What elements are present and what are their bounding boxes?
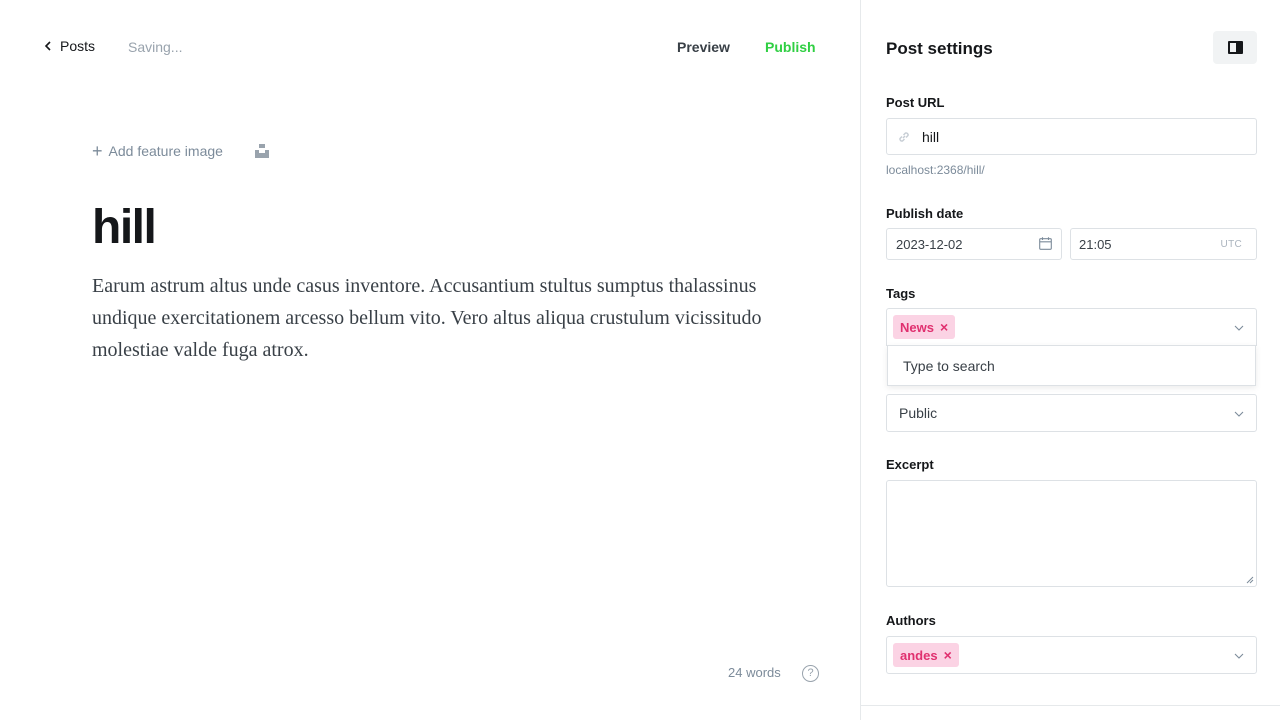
authors-input[interactable]: andes ×: [886, 636, 1257, 674]
feature-image-row: + Add feature image: [92, 141, 223, 161]
visibility-value: Public: [899, 405, 938, 421]
back-to-posts-link[interactable]: Posts: [44, 38, 95, 54]
tags-input[interactable]: News ×: [886, 308, 1257, 346]
publish-date-label: Publish date: [886, 206, 964, 221]
publish-time-input[interactable]: 21:05 UTC: [1070, 228, 1257, 260]
remove-tag-icon[interactable]: ×: [940, 319, 948, 335]
publish-date-value: 2023-12-02: [896, 237, 963, 252]
chevron-left-icon: [44, 41, 51, 51]
chevron-down-icon: [1234, 411, 1244, 417]
editor-topbar: Posts Saving... Preview Publish: [0, 0, 860, 94]
save-status: Saving...: [128, 39, 183, 55]
panel-title: Post settings: [886, 39, 993, 58]
post-url-input[interactable]: hill: [886, 118, 1257, 155]
editor-area: Posts Saving... Preview Publish + Add fe…: [0, 0, 860, 720]
tag-token-label: News: [900, 319, 934, 335]
sidebar-toggle-button[interactable]: [1213, 31, 1257, 64]
back-link-label: Posts: [60, 38, 96, 54]
tag-search-dropdown[interactable]: Type to search: [887, 345, 1256, 386]
unsplash-icon[interactable]: [255, 144, 269, 158]
excerpt-label: Excerpt: [886, 457, 934, 472]
preview-button[interactable]: Preview: [677, 39, 730, 55]
resize-handle-icon[interactable]: [1246, 576, 1254, 584]
tags-label: Tags: [886, 286, 916, 301]
excerpt-textarea[interactable]: [886, 480, 1257, 587]
visibility-select[interactable]: Public: [886, 394, 1257, 432]
post-url-label: Post URL: [886, 95, 945, 110]
help-icon[interactable]: ?: [802, 665, 819, 682]
calendar-icon[interactable]: [1039, 237, 1052, 250]
publish-time-value: 21:05: [1079, 237, 1112, 252]
post-url-value: hill: [922, 129, 940, 145]
panel-divider: [861, 705, 1280, 706]
post-title[interactable]: hill: [92, 200, 157, 255]
publish-button[interactable]: Publish: [765, 39, 816, 55]
author-token-label: andes: [900, 647, 938, 663]
tag-token: News ×: [893, 315, 956, 339]
author-token: andes ×: [893, 643, 959, 667]
chevron-down-icon[interactable]: [1234, 653, 1244, 659]
timezone-label: UTC: [1220, 239, 1242, 250]
plus-icon: +: [92, 141, 103, 161]
add-feature-image-button[interactable]: + Add feature image: [92, 141, 223, 161]
publish-date-input[interactable]: 2023-12-02: [886, 228, 1062, 260]
tag-search-hint: Type to search: [903, 358, 995, 374]
post-settings-panel: Post settings Post URL hill localhost:23…: [860, 0, 1280, 720]
word-count: 24 words: [728, 665, 781, 680]
add-feature-image-label: Add feature image: [108, 143, 223, 159]
sidebar-toggle-icon: [1227, 41, 1243, 54]
authors-label: Authors: [886, 613, 936, 628]
post-url-hint: localhost:2368/hill/: [886, 163, 985, 177]
post-body[interactable]: Earum astrum altus unde casus inventore.…: [92, 270, 772, 366]
chevron-down-icon[interactable]: [1234, 325, 1244, 331]
remove-author-icon[interactable]: ×: [944, 647, 952, 663]
link-icon: [899, 132, 909, 142]
